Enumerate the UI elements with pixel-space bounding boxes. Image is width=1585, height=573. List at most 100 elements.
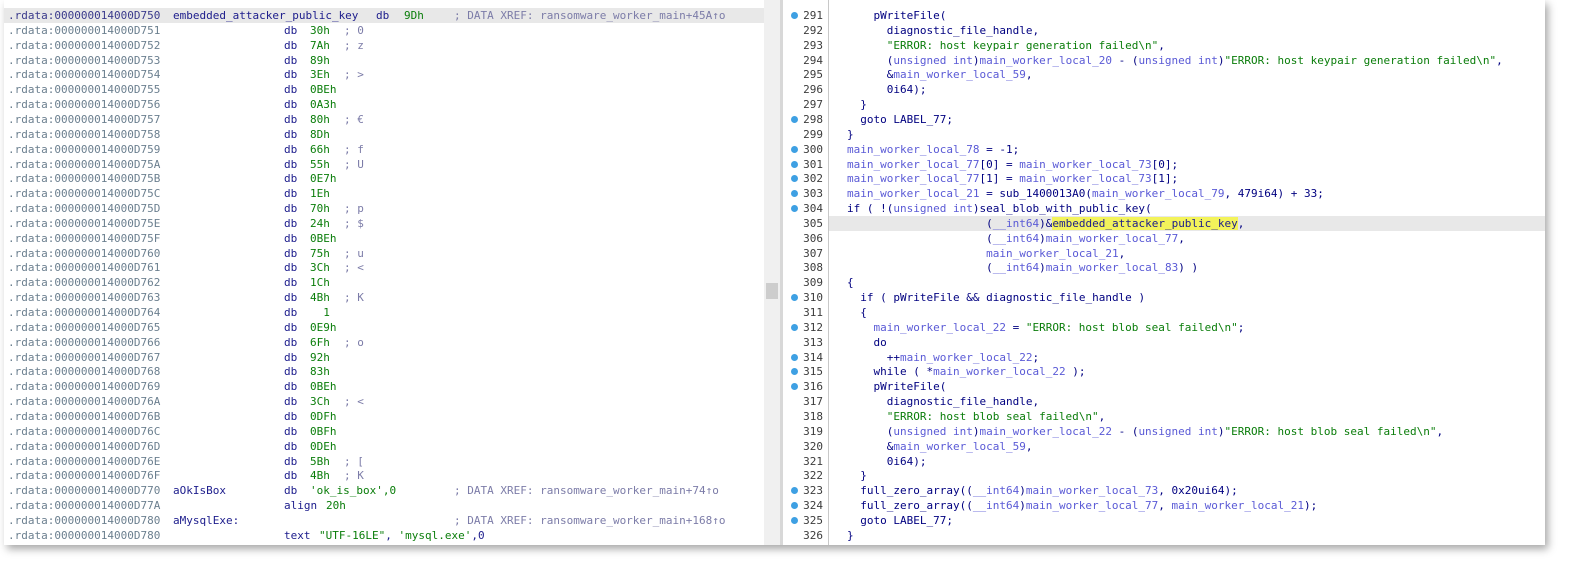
pseudocode-line[interactable]: 292 diagnostic_file_handle, xyxy=(783,23,1545,38)
pseudocode-line[interactable]: 315 while ( *main_worker_local_22 ); xyxy=(783,364,1545,379)
scrollbar-thumb[interactable] xyxy=(766,283,778,299)
breakpoint-dot-icon[interactable] xyxy=(791,175,798,183)
disasm-row[interactable]: .rdata:000000014000D76D db 0DEh xyxy=(4,439,764,454)
breakpoint-dot-icon[interactable] xyxy=(791,145,798,153)
pseudocode-view[interactable]: 291 pWriteFile(292 diagnostic_file_handl… xyxy=(783,0,1545,545)
pseudocode-line[interactable]: 297 } xyxy=(783,97,1545,112)
disasm-row[interactable]: .rdata:000000014000D76B db 0DFh xyxy=(4,409,764,424)
pseudocode-line[interactable]: 308 (__int64)main_worker_local_83) ) xyxy=(783,260,1545,275)
breakpoint-dot-icon[interactable] xyxy=(791,502,798,510)
disasm-row[interactable]: .rdata:000000014000D753 db 89h xyxy=(4,53,764,68)
disasm-row[interactable]: .rdata:000000014000D752 db 7Ah ; z xyxy=(4,38,764,53)
pseudocode-line[interactable]: 323 full_zero_array((__int64)main_worker… xyxy=(783,483,1545,498)
disassembly-scrollbar[interactable] xyxy=(764,0,780,545)
disasm-row[interactable]: .rdata:000000014000D75D db 70h ; p xyxy=(4,201,764,216)
punct xyxy=(860,425,867,438)
disasm-row[interactable]: .rdata:000000014000D76F db 4Bh ; K xyxy=(4,468,764,483)
breakpoint-dot-icon[interactable] xyxy=(791,115,798,123)
disasm-row[interactable]: .rdata:000000014000D75A db 55h ; U xyxy=(4,157,764,172)
disasm-row[interactable]: .rdata:000000014000D767 db 92h xyxy=(4,350,764,365)
breakpoint-dot-icon[interactable] xyxy=(791,516,798,524)
disassembly-view[interactable]: .rdata:000000014000D750 embedded_attacker… xyxy=(4,0,764,545)
punct: 1 xyxy=(1158,172,1165,186)
breakpoint-dot-icon[interactable] xyxy=(791,487,798,495)
breakpoint-dot-icon[interactable] xyxy=(791,294,798,302)
disasm-row[interactable]: .rdata:000000014000D756 db 0A3h xyxy=(4,97,764,112)
pseudocode-line[interactable]: 302 main_worker_local_77[1] = main_worker… xyxy=(783,171,1545,186)
disasm-row[interactable]: .rdata:000000014000D76C db 0BFh xyxy=(4,424,764,439)
pseudocode-line[interactable]: 320 &main_worker_local_59, xyxy=(783,439,1545,454)
disasm-row[interactable]: .rdata:000000014000D780 text "UTF-16LE", '… xyxy=(4,528,764,543)
pseudocode-line[interactable]: 312 main_worker_local_22 = "ERROR: host … xyxy=(783,320,1545,335)
breakpoint-dot-icon[interactable] xyxy=(791,12,798,19)
breakpoint-dot-icon[interactable] xyxy=(791,205,798,213)
pseudocode-line[interactable]: 304 if ( !(unsigned int)seal_blob_with_pu… xyxy=(783,201,1545,216)
pseudocode-line[interactable]: 298 goto LABEL_77; xyxy=(783,112,1545,127)
disasm-row[interactable]: .rdata:000000014000D763 db 4Bh ; K xyxy=(4,290,764,305)
pseudocode-line[interactable]: 326} xyxy=(783,528,1545,543)
pseudocode-line[interactable]: 319 (unsigned int)main_worker_local_22 -… xyxy=(783,424,1545,439)
pseudocode-line[interactable]: 301 main_worker_local_77[0] = main_worker… xyxy=(783,157,1545,172)
disasm-row[interactable]: .rdata:000000014000D76E db 5Bh ; [ xyxy=(4,454,764,469)
pseudocode-line[interactable]: 303 main_worker_local_21 = sub_1400013A0(… xyxy=(783,186,1545,201)
disasm-row[interactable]: .rdata:000000014000D760 db 75h ; u xyxy=(4,246,764,261)
disasm-row[interactable]: .rdata:000000014000D77A align 20h xyxy=(4,498,764,513)
pseudocode-line[interactable]: 311 { xyxy=(783,305,1545,320)
pseudocode-line[interactable]: 321 0i64); xyxy=(783,454,1545,469)
disasm-row[interactable]: .rdata:000000014000D750 embedded_attacker… xyxy=(4,8,764,23)
disasm-row[interactable]: .rdata:000000014000D758 db 8Dh xyxy=(4,127,764,142)
breakpoint-dot-icon[interactable] xyxy=(791,368,798,376)
pseudocode-line[interactable]: 294 (unsigned int)main_worker_local_20 -… xyxy=(783,53,1545,68)
disasm-row[interactable]: .rdata:000000014000D761 db 3Ch ; < xyxy=(4,260,764,275)
pseudocode-line[interactable]: 293 "ERROR: host keypair generation fail… xyxy=(783,38,1545,53)
breakpoint-dot-icon[interactable] xyxy=(791,323,798,331)
punct xyxy=(867,410,874,423)
pseudocode-line[interactable]: 318 "ERROR: host blob seal failed\n", xyxy=(783,409,1545,424)
disasm-row[interactable]: .rdata:000000014000D75E db 24h ; $ xyxy=(4,216,764,231)
disasm-row[interactable]: .rdata:000000014000D764 db 1 xyxy=(4,305,764,320)
breakpoint-dot-icon[interactable] xyxy=(791,353,798,361)
pseudocode-line[interactable]: 309 { xyxy=(783,275,1545,290)
pseudocode-line[interactable]: 299} xyxy=(783,127,1545,142)
disasm-address: .rdata:000000014000D76B xyxy=(8,409,161,423)
pseudocode-line[interactable]: 324 full_zero_array((__int64)main_worker… xyxy=(783,498,1545,513)
disasm-row[interactable]: .rdata:000000014000D75C db 1Eh xyxy=(4,186,764,201)
pseudocode-line[interactable]: 300 main_worker_local_78 = -1; xyxy=(783,142,1545,157)
disasm-row[interactable]: .rdata:000000014000D755 db 0BEh xyxy=(4,82,764,97)
disasm-row[interactable]: .rdata:000000014000D751 db 30h ; 0 xyxy=(4,23,764,38)
pseudocode-line[interactable]: 307 main_worker_local_21, xyxy=(783,246,1545,261)
disasm-row[interactable]: .rdata:000000014000D766 db 6Fh ; o xyxy=(4,335,764,350)
pseudocode-line[interactable]: 291 pWriteFile( xyxy=(783,8,1545,23)
pseudocode-line[interactable]: 295 &main_worker_local_59, xyxy=(783,67,1545,82)
breakpoint-dot-icon[interactable] xyxy=(791,160,798,168)
disasm-row[interactable]: .rdata:000000014000D769 db 0BEh xyxy=(4,379,764,394)
breakpoint-dot-icon[interactable] xyxy=(791,190,798,198)
disasm-row[interactable]: .rdata:000000014000D75F db 0BEh xyxy=(4,231,764,246)
pseudocode-line[interactable]: 317 diagnostic_file_handle, xyxy=(783,394,1545,409)
pseudocode-line[interactable]: 322 } xyxy=(783,468,1545,483)
disasm-row[interactable]: .rdata:000000014000D759 db 66h ; f xyxy=(4,142,764,157)
line-number: 326 xyxy=(803,528,823,542)
punct xyxy=(867,321,874,334)
disasm-row[interactable]: .rdata:000000014000D76A db 3Ch ; < xyxy=(4,394,764,409)
pseudocode-line[interactable]: 313 do xyxy=(783,335,1545,350)
disasm-row[interactable]: .rdata:000000014000D768 db 83h xyxy=(4,364,764,379)
pseudocode-line[interactable]: 305 (__int64)&embedded_attacker_public_k… xyxy=(803,215,1545,231)
pseudocode-line[interactable]: 310 if ( pWriteFile && diagnostic_file_h… xyxy=(783,290,1545,305)
disasm-comment: ; U xyxy=(344,157,364,171)
disasm-row[interactable]: .rdata:000000014000D765 db 0E9h xyxy=(4,320,764,335)
pseudocode-line[interactable]: 306 (__int64)main_worker_local_77, xyxy=(783,231,1545,246)
punct: { xyxy=(847,276,854,290)
pseudocode-line[interactable]: 316 pWriteFile( xyxy=(783,379,1545,394)
disasm-row[interactable]: .rdata:000000014000D757 db 80h ; € xyxy=(4,112,764,127)
disasm-row[interactable]: .rdata:000000014000D770 aOkIsBox db 'ok_is_… xyxy=(4,483,764,498)
disasm-row[interactable]: .rdata:000000014000D762 db 1Ch xyxy=(4,275,764,290)
pseudocode-line[interactable]: 314 ++main_worker_local_22; xyxy=(783,350,1545,365)
breakpoint-dot-icon[interactable] xyxy=(791,383,798,391)
disasm-row[interactable]: .rdata:000000014000D75B db 0E7h xyxy=(4,171,764,186)
disasm-row[interactable]: .rdata:000000014000D754 db 3Eh ; > xyxy=(4,67,764,82)
pseudocode-line[interactable]: 296 0i64); xyxy=(783,82,1545,97)
pseudocode-line[interactable]: 325 goto LABEL_77; xyxy=(783,513,1545,528)
punct: ) xyxy=(1191,261,1199,275)
disasm-row[interactable]: .rdata:000000014000D780 aMysqlExe: ; DATA … xyxy=(4,513,764,528)
